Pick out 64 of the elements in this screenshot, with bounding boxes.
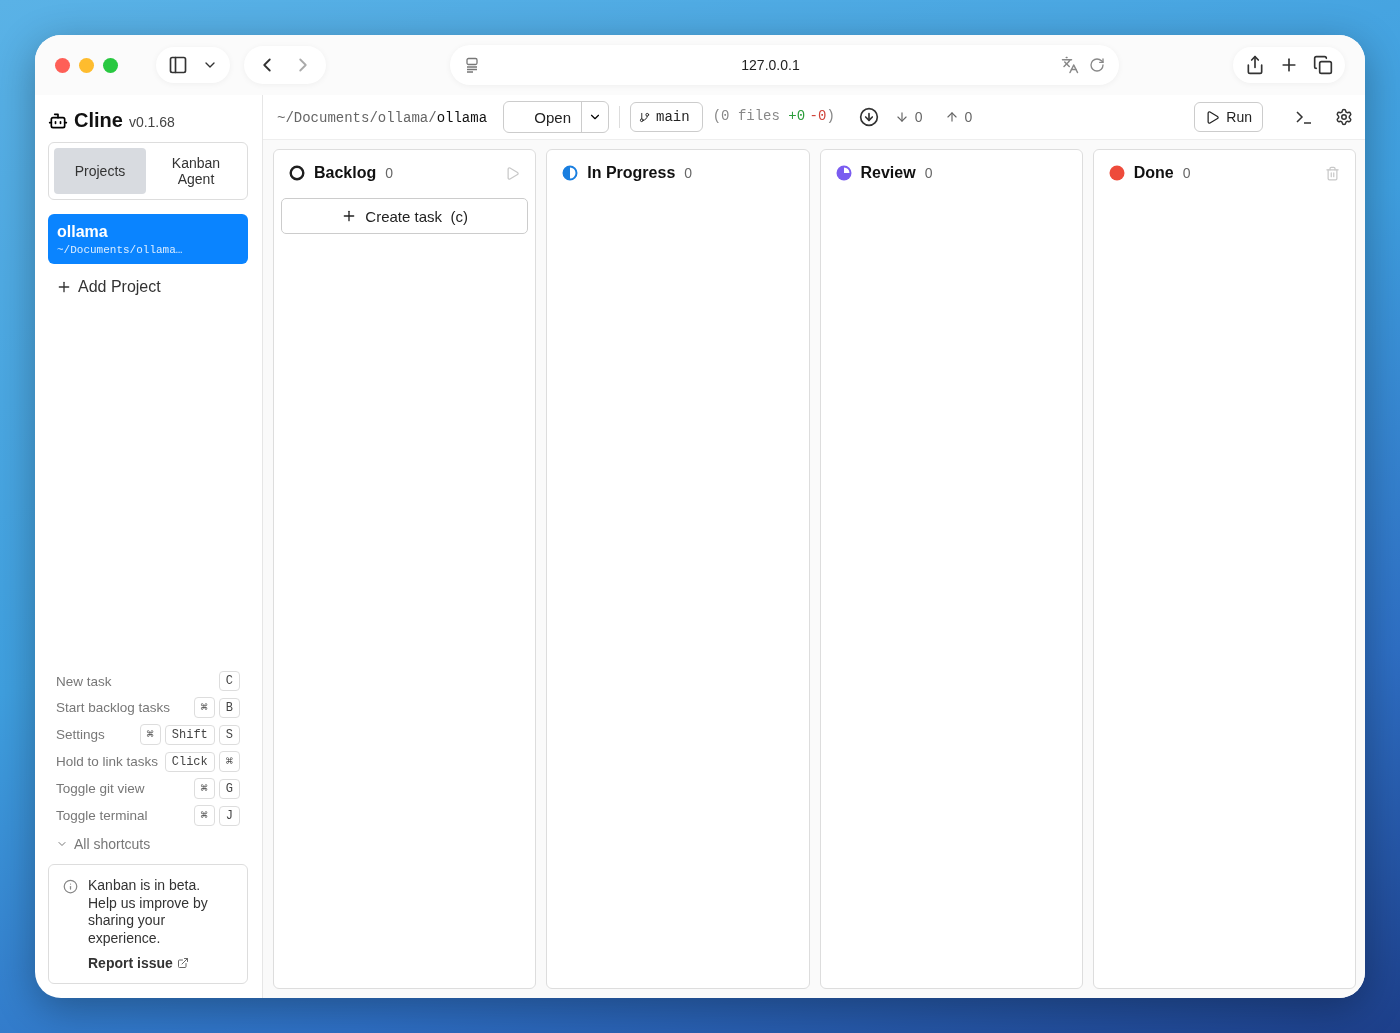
pull-button[interactable]: 0 xyxy=(888,109,929,125)
column-count: 0 xyxy=(1182,165,1192,181)
project-path: ~/Documents/ollama… xyxy=(57,244,184,256)
info-icon xyxy=(63,879,78,894)
shortcut-label: New task xyxy=(56,672,113,690)
diff-close: ) xyxy=(826,108,835,126)
column-count: 0 xyxy=(924,165,934,181)
external-link-icon xyxy=(176,957,189,969)
share-icon[interactable] xyxy=(1245,55,1265,75)
app-version: v0.1.68 xyxy=(128,114,175,130)
key-cap: C xyxy=(218,671,240,691)
project-name: ollama xyxy=(57,223,109,241)
arrow-down-icon xyxy=(894,110,909,124)
reload-icon[interactable] xyxy=(1089,57,1105,73)
column-title: Done xyxy=(1133,164,1174,182)
key-cap: Shift xyxy=(164,724,215,745)
shortcut-label: Toggle git view xyxy=(56,780,146,797)
column-count: 0 xyxy=(684,165,694,181)
project-item[interactable]: ollama ~/Documents/ollama… xyxy=(48,214,248,264)
fetch-icon[interactable] xyxy=(858,107,879,127)
sidebar-icon[interactable] xyxy=(168,55,188,75)
key-cap: ⌘ xyxy=(218,751,240,772)
terminal-icon[interactable] xyxy=(1295,109,1313,125)
app-name: Cline xyxy=(74,109,123,132)
path-name: ollama xyxy=(436,110,488,126)
key-cap: J xyxy=(218,805,240,826)
play-icon xyxy=(1205,109,1221,125)
create-task-button[interactable]: Create task (c) xyxy=(281,198,529,234)
run-button[interactable]: Run xyxy=(1194,102,1263,132)
key-cap: S xyxy=(218,724,240,745)
sidebar-tab[interactable]: Projects xyxy=(54,148,146,194)
key-cap: Click xyxy=(164,751,215,772)
diff-files: (0 files xyxy=(712,108,781,126)
sidebar-tab[interactable]: Kanban Agent xyxy=(150,148,242,194)
column-count: 0 xyxy=(385,165,395,181)
tabs-icon[interactable] xyxy=(1313,55,1333,75)
plus-icon xyxy=(56,279,72,295)
add-project-button[interactable]: Add Project xyxy=(48,278,248,296)
all-shortcuts-toggle[interactable]: All shortcuts xyxy=(56,832,240,852)
path-prefix: ~/Documents/ollama/ xyxy=(277,110,437,126)
column-title: Review xyxy=(860,164,916,182)
branch-button[interactable]: main xyxy=(630,102,703,132)
key-cap: ⌘ xyxy=(193,805,215,826)
diff-removed: -0 xyxy=(809,108,827,126)
column-title: Backlog xyxy=(314,164,377,182)
branch-icon xyxy=(639,111,651,123)
notice-text: Kanban is in beta. Help us improve by sharing your experience. xyxy=(88,877,209,947)
report-issue-link[interactable]: Report issue xyxy=(88,955,220,971)
key-cap: B xyxy=(218,697,240,718)
key-cap: ⌘ xyxy=(193,778,215,799)
shortcut-label: Toggle terminal xyxy=(56,807,149,824)
close-button[interactable] xyxy=(55,57,70,73)
shortcut-label: Start backlog tasks xyxy=(56,699,172,716)
diff-added: +0 xyxy=(788,108,806,126)
key-cap: G xyxy=(218,778,240,799)
column-title: In Progress xyxy=(587,164,676,182)
push-button[interactable]: 0 xyxy=(938,109,979,125)
settings-icon[interactable] xyxy=(1335,108,1353,126)
reader-icon[interactable] xyxy=(464,57,480,73)
shortcut-label: Hold to link tasks xyxy=(56,753,160,770)
shortcut-label: Settings xyxy=(56,726,106,743)
key-cap: ⌘ xyxy=(139,724,161,745)
translate-icon[interactable] xyxy=(1061,56,1079,74)
key-cap: ⌘ xyxy=(193,697,215,718)
